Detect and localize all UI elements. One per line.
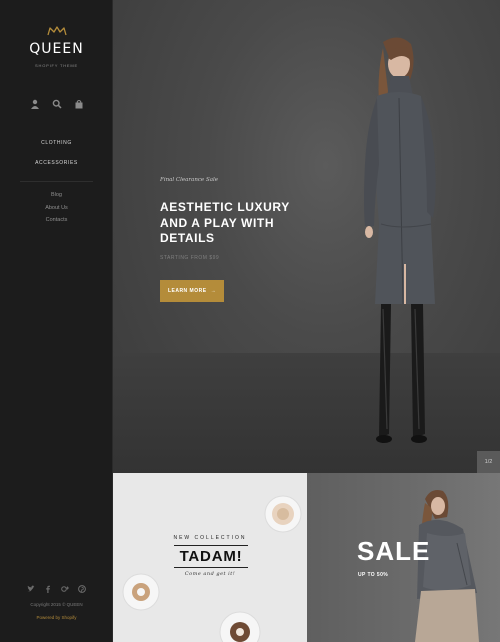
hero-eyebrow: Final Clearance Sale [160,177,218,183]
hero-headline-line-3: DETAILS [160,231,215,245]
promo-title: TADAM! [174,545,248,568]
slide-counter[interactable]: 1/2 [477,451,500,473]
hero-headline: AESTHETIC LUXURY AND A PLAY WITH DETAILS [160,200,310,247]
search-icon[interactable] [52,96,62,109]
learn-more-button[interactable]: LEARN MORE → [160,280,224,302]
hero-model-image [364,37,436,443]
promo-subtitle: Come and get it! [184,571,236,577]
promo-sale[interactable]: SALE UP TO 50% [307,473,500,642]
logo[interactable]: QUEEN SHOPIFY THEME [0,26,113,68]
nav-clothing[interactable]: CLOTHING [0,138,113,158]
user-icon[interactable] [30,96,40,109]
sale-title: SALE [357,536,431,566]
hero-headline-line-2: AND A PLAY WITH [160,215,275,230]
learn-more-label: LEARN MORE [167,288,207,294]
nav-contacts[interactable]: Contacts [0,216,113,229]
brand-name: QUEEN [29,41,84,57]
nav-divider [20,181,93,182]
brand-tagline: SHOPIFY THEME [35,63,78,68]
hero-slider[interactable]: Final Clearance Sale AESTHETIC LUXURY AN… [113,0,500,473]
nav-about-us[interactable]: About Us [0,204,113,217]
utility-icons [0,96,113,109]
hero-starting-price: STARTING FROM $99 [160,255,220,261]
powered-by-link[interactable]: Powered by Shopify [0,615,113,620]
nav-blog[interactable]: Blog [0,191,113,204]
twitter-icon[interactable] [27,585,35,596]
cart-icon[interactable] [74,96,84,109]
sidebar: QUEEN SHOPIFY THEME CLOTHING ACCESSORIES… [0,0,113,642]
sale-subtitle: UP TO 50% [358,572,389,578]
nav-accessories[interactable]: ACCESSORIES [0,158,113,178]
pinterest-icon[interactable] [78,585,86,596]
google-plus-icon[interactable] [61,585,69,596]
facebook-icon[interactable] [44,585,52,596]
secondary-nav: Blog About Us Contacts [0,191,113,229]
hero-headline-line-1: AESTHETIC LUXURY [160,200,290,214]
promo-kicker: NEW COLLECTION [173,535,247,541]
copyright-text: Copyright 2015 © QUEEN [30,602,83,607]
promo-new-collection[interactable]: NEW COLLECTION TADAM! Come and get it! [113,473,307,642]
arrow-right-icon: → [210,288,217,294]
crown-icon [46,26,67,36]
main-nav: CLOTHING ACCESSORIES [0,138,113,178]
social-links [0,585,113,596]
